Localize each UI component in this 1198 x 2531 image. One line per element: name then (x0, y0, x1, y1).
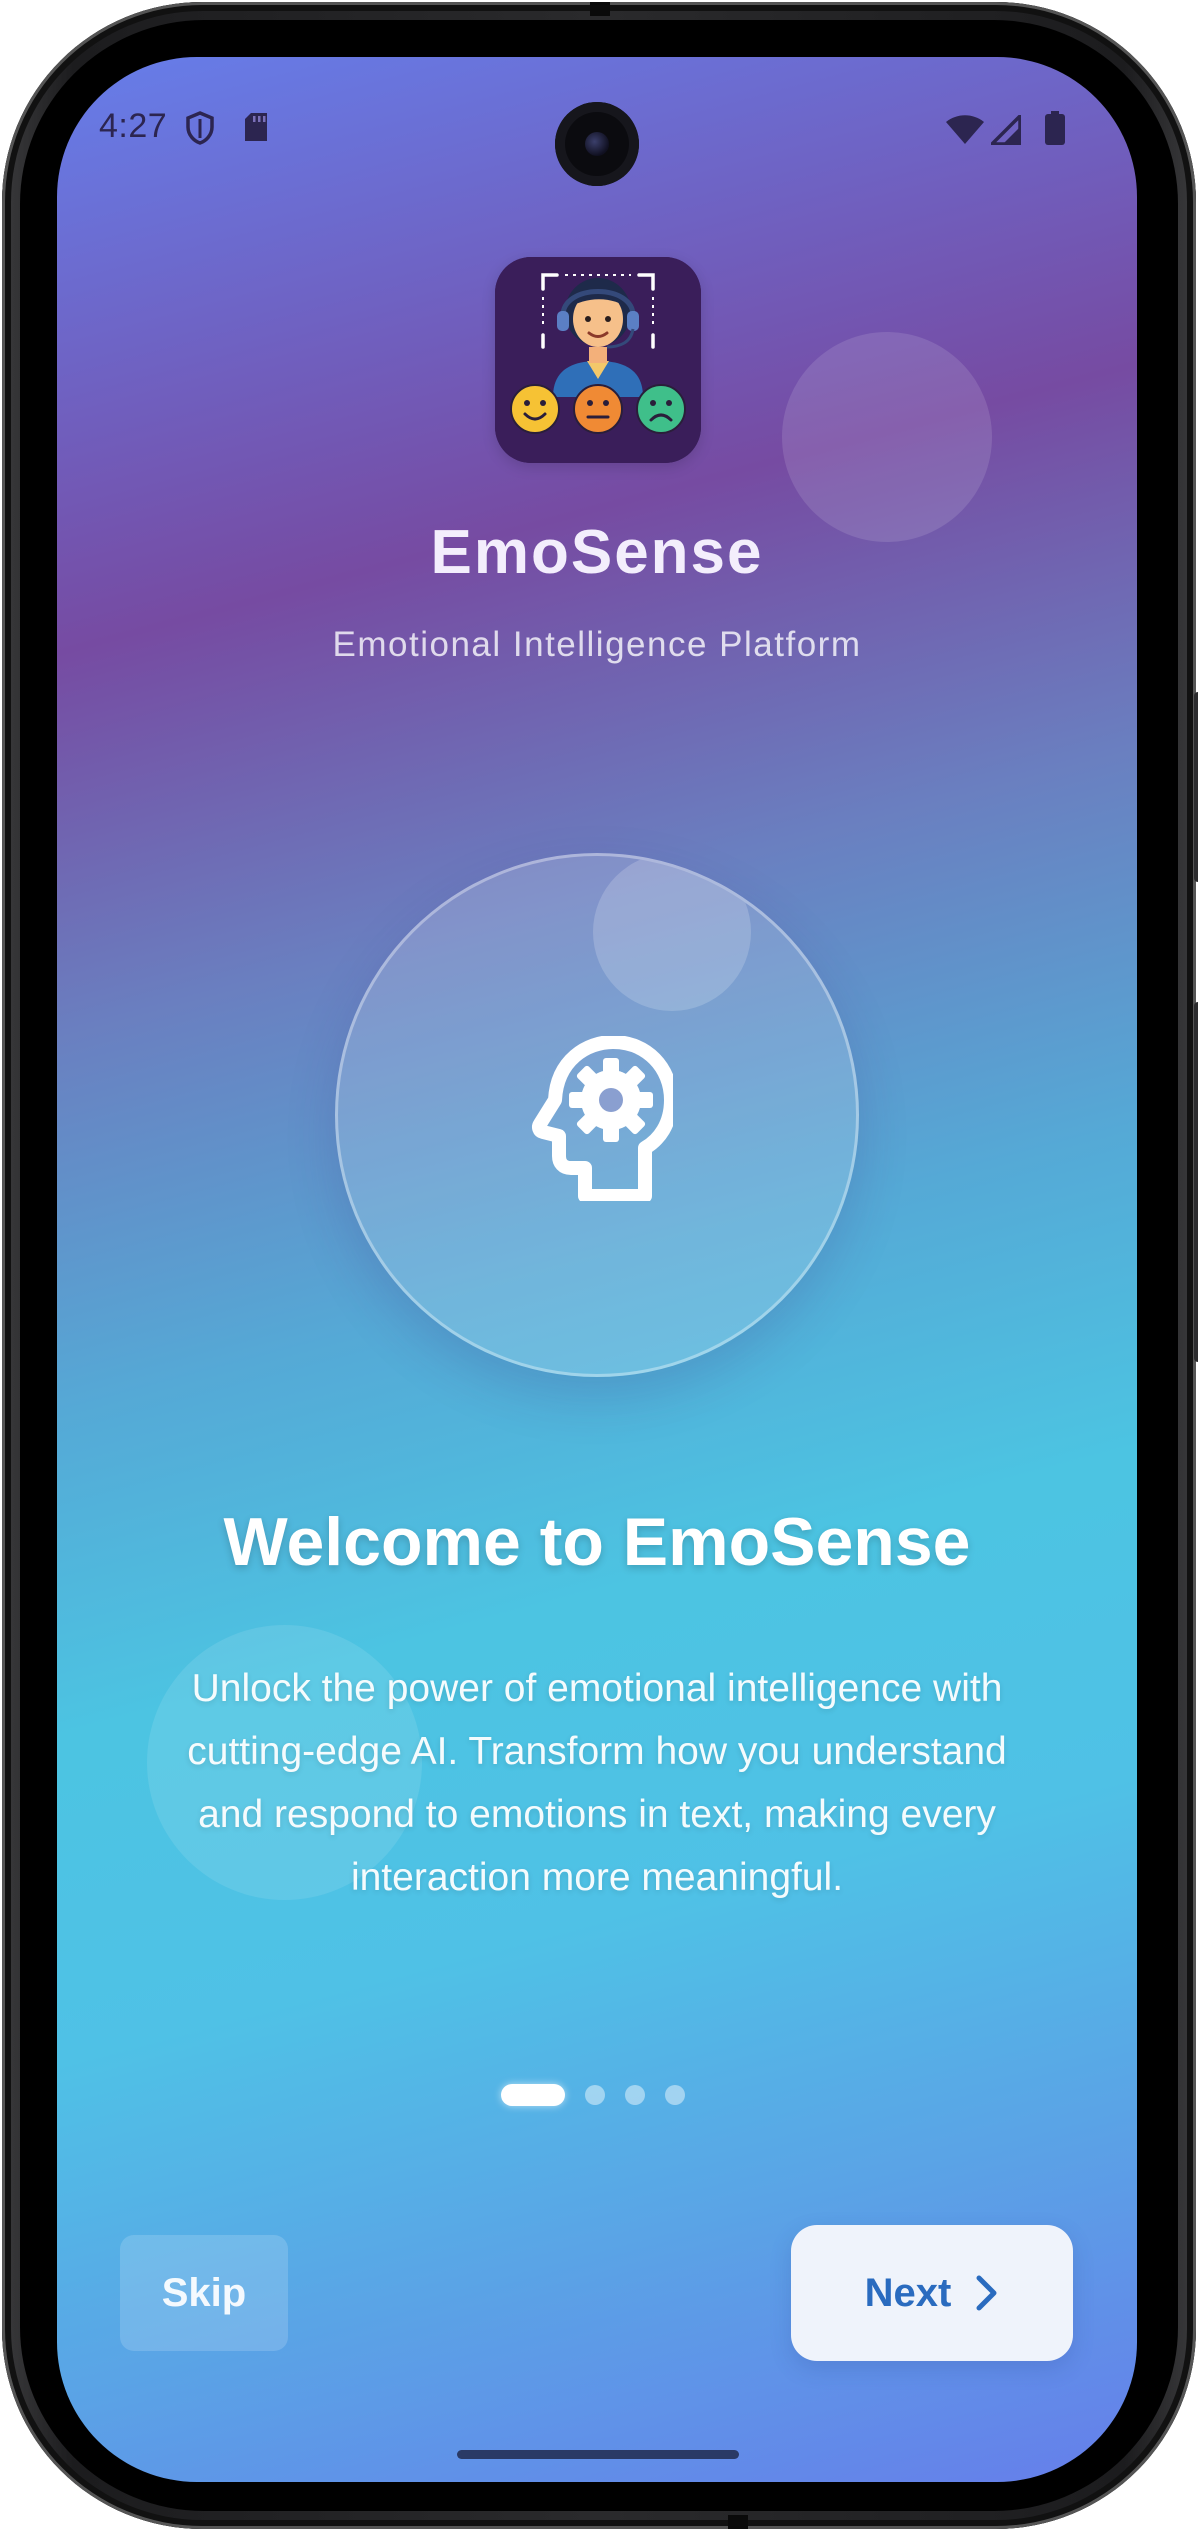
skip-button[interactable]: Skip (120, 2235, 288, 2351)
onboarding-title: Welcome to EmoSense (223, 1504, 971, 1580)
psychology-head-gear-icon (532, 1036, 673, 1201)
skip-button-label: Skip (161, 2270, 247, 2315)
volume-button (1194, 1002, 1198, 1362)
next-button[interactable]: Next (791, 2225, 1073, 2361)
onboarding-description: Unlock the power of emotional intelligen… (187, 1667, 1007, 1899)
page-dot[interactable] (625, 2085, 645, 2105)
decorative-bubble (593, 856, 751, 1011)
power-button (1194, 692, 1198, 882)
frame-antenna-line-top (590, 2, 610, 16)
page-dot[interactable] (585, 2085, 605, 2105)
emotion-agent-logo-icon (495, 257, 701, 463)
app-screen: 4:27 EmoSense Emotional Intelligence Pla… (57, 57, 1137, 2482)
front-camera (555, 102, 639, 186)
app-tagline: Emotional Intelligence Platform (332, 625, 862, 664)
status-time: 4:27 (99, 107, 168, 145)
page-dot-active[interactable] (501, 2084, 565, 2106)
chevron-right-icon (976, 2275, 997, 2311)
phone-frame: 4:27 EmoSense Emotional Intelligence Pla… (2, 2, 1198, 2529)
next-button-label: Next (864, 2270, 952, 2315)
page-indicator (501, 2082, 685, 2108)
shield-icon (185, 111, 215, 150)
page-dot[interactable] (665, 2085, 685, 2105)
wifi-icon (945, 115, 985, 150)
frame-antenna-line-bottom (728, 2515, 748, 2529)
app-name: EmoSense (430, 518, 764, 587)
decorative-circle (782, 332, 992, 542)
battery-icon (1045, 111, 1065, 150)
hero-circle (335, 853, 859, 1377)
home-indicator[interactable] (457, 2450, 739, 2459)
status-bar: 4:27 (57, 57, 1137, 197)
sd-card-icon (243, 111, 269, 148)
cellular-signal-icon (990, 114, 1022, 150)
